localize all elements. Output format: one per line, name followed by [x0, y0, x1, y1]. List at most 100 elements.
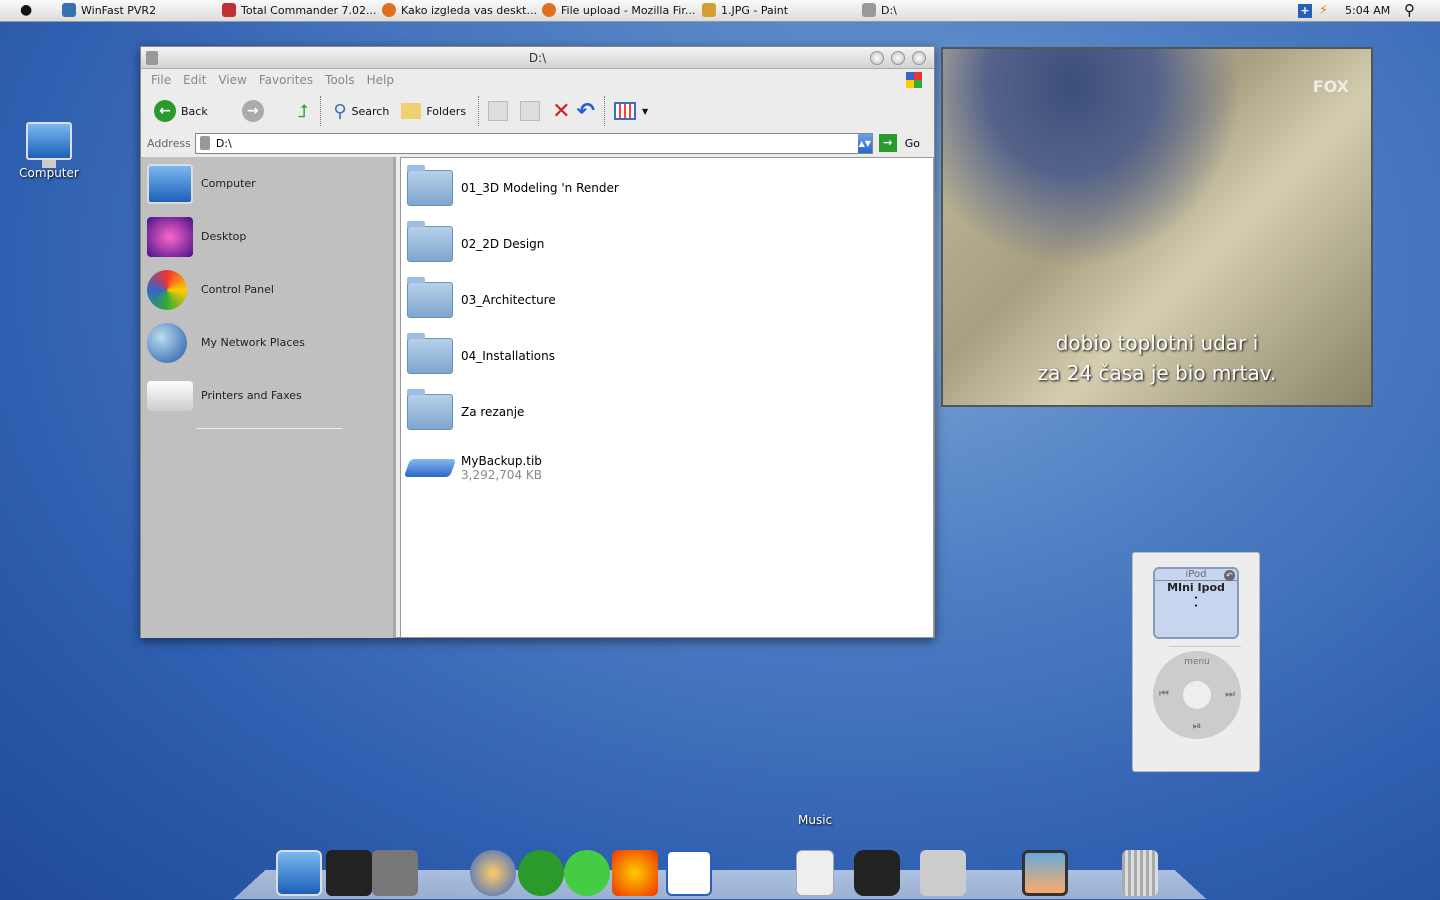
video-player[interactable]: FOX dobio toplotni udar i za 24 časa je …	[941, 47, 1373, 407]
folder-name: 01_3D Modeling 'n Render	[461, 181, 619, 195]
address-bar: Address D:\ ▲▼ → Go	[141, 131, 934, 155]
search-button[interactable]: ⚲ Search	[330, 99, 392, 124]
desktop-icon-computer[interactable]: Computer	[16, 122, 82, 180]
places-pane: Computer Desktop Control Panel My Networ…	[141, 157, 396, 638]
menu-favorites[interactable]: Favorites	[255, 73, 321, 87]
title-bar[interactable]: D:\	[141, 47, 934, 69]
folders-icon	[401, 103, 422, 119]
add-icon[interactable]: +	[1298, 4, 1312, 18]
file-item[interactable]: MyBackup.tib 3,292,704 KB	[401, 440, 933, 496]
ipod-dot: •	[1193, 594, 1199, 602]
dock-settings-icon[interactable]	[372, 850, 418, 896]
close-button[interactable]	[912, 51, 926, 65]
folder-icon	[407, 165, 453, 206]
maximize-button[interactable]	[891, 51, 905, 65]
spotlight-search-icon[interactable]: ⚲	[1404, 1, 1415, 19]
folder-item[interactable]: 04_Installations	[401, 328, 933, 384]
folder-item[interactable]: 03_Architecture	[401, 272, 933, 328]
firefox-icon	[382, 3, 396, 17]
play-pause-button[interactable]: ⏯	[1153, 719, 1241, 733]
computer-icon	[147, 163, 193, 204]
tv-icon	[62, 3, 76, 17]
folder-icon	[407, 221, 453, 262]
forward-arrow-icon: →	[241, 100, 264, 122]
folder-icon	[407, 277, 453, 318]
views-icon[interactable]	[613, 102, 636, 120]
menu-button[interactable]: menu	[1153, 657, 1241, 667]
paint-icon	[702, 3, 716, 17]
dock-skype-icon[interactable]	[564, 850, 610, 896]
folder-item[interactable]: 02_2D Design	[401, 216, 933, 272]
menu-tools[interactable]: Tools	[321, 73, 363, 87]
place-label: Printers and Faxes	[201, 389, 302, 402]
file-name: MyBackup.tib	[461, 454, 542, 468]
minimize-button[interactable]	[870, 51, 884, 65]
task-firefox-2[interactable]: File upload - Mozilla Fir...	[542, 3, 695, 17]
folder-item[interactable]: 01_3D Modeling 'n Render	[401, 160, 933, 216]
task-winfast[interactable]: WinFast PVR2	[62, 3, 156, 17]
dock-word-icon[interactable]	[666, 850, 712, 896]
place-network[interactable]: My Network Places	[141, 316, 393, 369]
previous-button[interactable]: ⏮	[1159, 687, 1169, 701]
dock-camera-icon[interactable]	[854, 850, 900, 896]
dock-camcorder-icon[interactable]	[920, 850, 966, 896]
dock-floppy-icon[interactable]	[326, 850, 372, 896]
address-input[interactable]: D:\ ▲▼	[194, 132, 873, 154]
ipod-widget: iPod ↶ MIni Ipod • • menu ⏮ ⏭ ⏯	[1132, 552, 1260, 772]
place-desktop[interactable]: Desktop	[141, 210, 393, 263]
task-paint[interactable]: 1.JPG - Paint	[702, 3, 788, 17]
up-folder-button[interactable]: ⮥	[295, 99, 312, 124]
search-label: Search	[351, 104, 390, 118]
menu-file[interactable]: File	[147, 73, 179, 87]
views-dropdown-icon[interactable]: ▼	[642, 107, 648, 116]
place-printers[interactable]: Printers and Faxes	[141, 369, 393, 422]
dock-trash-icon[interactable]	[1122, 850, 1158, 896]
dock-nero-icon[interactable]	[612, 850, 658, 896]
dock-tv-icon[interactable]	[1022, 850, 1068, 896]
dock-computer-icon[interactable]	[276, 850, 322, 896]
network-globe-icon	[147, 322, 187, 363]
place-computer[interactable]: Computer	[141, 157, 393, 210]
copy-to-icon[interactable]	[520, 101, 541, 121]
folders-button[interactable]: Folders	[398, 101, 469, 121]
computer-icon	[26, 122, 72, 168]
place-control-panel[interactable]: Control Panel	[141, 263, 393, 316]
delete-icon[interactable]: ✕	[552, 99, 570, 124]
task-total-commander[interactable]: Total Commander 7.02...	[222, 3, 377, 17]
lightning-icon[interactable]: ⚡	[1319, 3, 1328, 18]
menu-edit[interactable]: Edit	[179, 73, 214, 87]
click-wheel[interactable]: menu ⏮ ⏭ ⏯	[1153, 651, 1241, 739]
move-to-icon[interactable]	[488, 101, 509, 121]
dock-browser-icon[interactable]	[470, 850, 516, 896]
channel-logo: FOX	[1312, 77, 1349, 96]
folder-name: 02_2D Design	[461, 237, 545, 251]
center-button[interactable]	[1183, 681, 1211, 709]
address-dropdown-icon[interactable]: ▲▼	[857, 133, 872, 153]
volume-slider[interactable]	[1169, 646, 1241, 647]
task-label: Total Commander 7.02...	[241, 3, 377, 17]
task-explorer[interactable]: D:\	[862, 3, 897, 17]
back-arrow-icon: ←	[154, 100, 176, 122]
apple-menu-icon[interactable]: ●	[20, 2, 32, 18]
dock-time-machine-icon[interactable]	[518, 850, 564, 896]
folder-item[interactable]: Za rezanje	[401, 384, 933, 440]
go-arrow-icon[interactable]: →	[878, 134, 897, 152]
menu-help[interactable]: Help	[363, 73, 402, 87]
explorer-window: D:\ File Edit View Favorites Tools Help …	[140, 46, 935, 638]
task-label: D:\	[881, 3, 897, 17]
undo-icon[interactable]: ↶	[577, 99, 595, 124]
next-button[interactable]: ⏭	[1225, 687, 1235, 701]
dock-music-ipod-icon[interactable]	[796, 850, 834, 896]
window-title: D:\	[528, 51, 547, 65]
forward-button[interactable]: →	[239, 98, 267, 124]
menu-view[interactable]: View	[214, 73, 254, 87]
task-firefox-1[interactable]: Kako izgleda vas deskt...	[382, 3, 537, 17]
back-button[interactable]: ← Back	[151, 98, 211, 124]
toolbar: ← Back → ⮥ ⚲ Search Folders ✕ ↶ ▼	[141, 91, 934, 131]
back-icon[interactable]: ↶	[1224, 570, 1235, 581]
folder-name: 04_Installations	[461, 349, 555, 363]
folder-name: 03_Architecture	[461, 293, 556, 307]
clock: 5:04 AM	[1345, 4, 1391, 17]
printer-icon	[147, 380, 193, 411]
go-button[interactable]: Go	[905, 137, 920, 150]
